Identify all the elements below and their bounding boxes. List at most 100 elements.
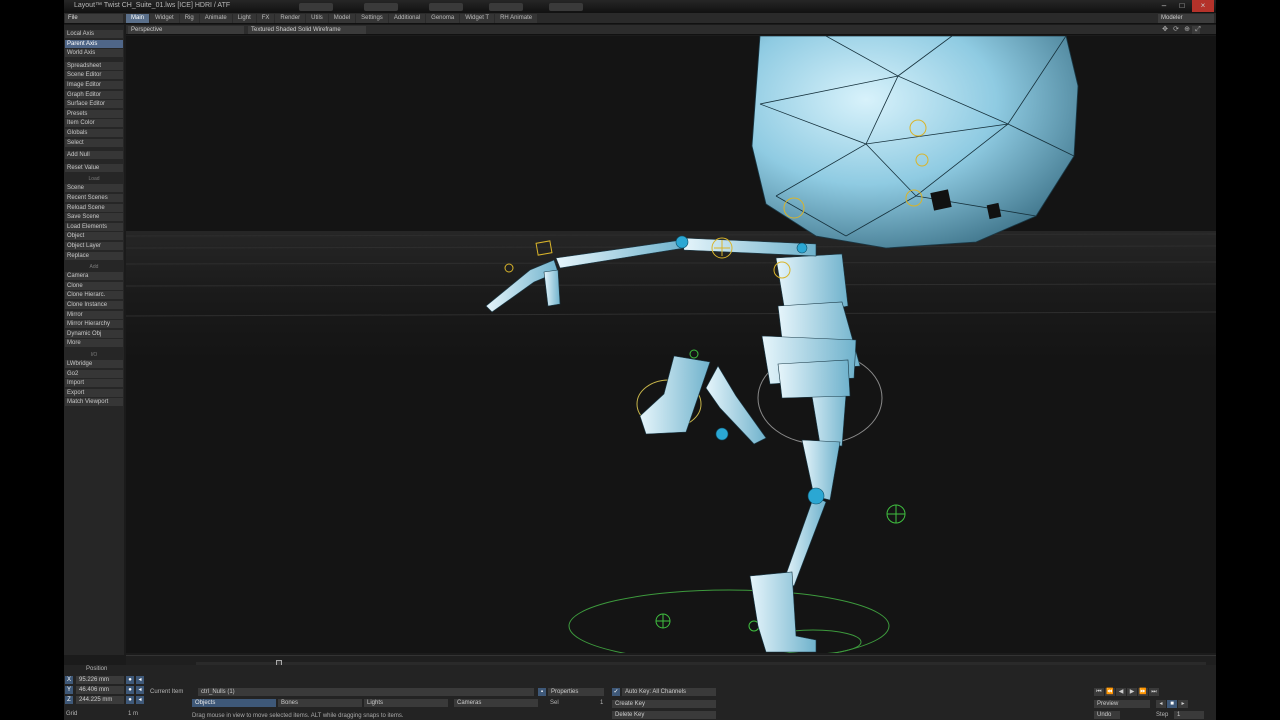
x-axis-toggle[interactable]: X [65, 676, 73, 684]
modeler-switch[interactable]: Modeler [1158, 14, 1214, 23]
tool-parent-axis[interactable]: Parent Axis [65, 39, 123, 48]
tool-replace[interactable]: Replace [65, 251, 123, 260]
head-mesh[interactable] [751, 36, 1079, 249]
z-position-field[interactable]: 244.225 mm [76, 696, 124, 704]
tool-recent-scenes[interactable]: Recent Scenes [65, 194, 123, 202]
item-reset-icon[interactable]: ▪ [538, 688, 546, 696]
stop-icon[interactable]: ■ [1167, 700, 1177, 708]
tool-object[interactable]: Object [65, 232, 123, 241]
tool-graph-editor[interactable]: Graph Editor [65, 90, 123, 99]
tool-scene[interactable]: Scene [65, 184, 123, 193]
tab-fx[interactable]: FX [256, 14, 275, 23]
tool-world-axis[interactable]: World Axis [65, 49, 123, 58]
play-icon[interactable]: ▶ [1127, 688, 1137, 696]
tool-go2[interactable]: Go2 [65, 369, 123, 378]
tab-main[interactable]: Main [126, 14, 150, 23]
tab-widget[interactable]: Widget [150, 14, 179, 23]
back-foot-mesh[interactable] [639, 355, 711, 435]
autokey-toggle[interactable]: ✓ [612, 688, 620, 696]
pelvis-mesh[interactable] [777, 359, 851, 399]
tool-mirror-hierarchy[interactable]: Mirror Hierarchy [65, 320, 123, 329]
y-lock-icon[interactable]: ● [126, 686, 134, 694]
last-frame-icon[interactable]: ⏭ [1149, 688, 1159, 696]
x-lock-icon[interactable]: ● [126, 676, 134, 684]
y-axis-toggle[interactable]: Y [65, 686, 73, 694]
taskbar-thumb[interactable] [489, 3, 523, 11]
x-reset-icon[interactable]: ◂ [136, 676, 144, 684]
tool-clone-hierarc[interactable]: Clone Hierarc. [65, 291, 123, 300]
tool-dynamic-obj[interactable]: Dynamic Obj [65, 329, 123, 338]
step-field[interactable]: 1 [1174, 711, 1204, 719]
tab-additional[interactable]: Additional [388, 14, 426, 23]
tool-item-color[interactable]: Item Color [65, 119, 123, 128]
tool-presets[interactable]: Presets [65, 109, 123, 118]
tool-mirror[interactable]: Mirror [65, 310, 123, 319]
close-icon[interactable]: × [1192, 0, 1214, 12]
step-back-icon[interactable]: ◂ [1156, 700, 1166, 708]
bones-button[interactable]: Bones [278, 699, 362, 707]
back-thigh-mesh[interactable] [705, 365, 767, 445]
tool-add-null[interactable]: Add Null [65, 151, 123, 160]
step-forward-icon[interactable]: ▸ [1178, 700, 1188, 708]
tool-clone[interactable]: Clone [65, 281, 123, 290]
taskbar-thumb[interactable] [299, 3, 333, 11]
foot-mesh[interactable] [749, 571, 817, 653]
z-reset-icon[interactable]: ◂ [136, 696, 144, 704]
tool-camera[interactable]: Camera [65, 272, 123, 281]
taskbar-thumb[interactable] [549, 3, 583, 11]
move-view-icon[interactable]: ✥ [1161, 26, 1169, 34]
objects-button[interactable]: Objects [192, 699, 276, 707]
maximize-icon[interactable]: □ [1174, 0, 1190, 12]
foot-ground-ring[interactable] [568, 589, 890, 653]
tool-import[interactable]: Import [65, 379, 123, 388]
tab-utils[interactable]: Utils [306, 14, 328, 23]
tab-rig[interactable]: Rig [179, 14, 199, 23]
tool-surface-editor[interactable]: Surface Editor [65, 100, 123, 109]
maximize-view-icon[interactable]: ⤢ [1194, 26, 1202, 34]
z-lock-icon[interactable]: ● [126, 696, 134, 704]
tool-local-axis[interactable]: Local Axis [65, 30, 123, 38]
tool-scene-editor[interactable]: Scene Editor [65, 71, 123, 80]
tool-lwbridge[interactable]: LWbridge [65, 360, 123, 368]
y-position-field[interactable]: 46.406 mm [76, 686, 124, 694]
tab-genoma[interactable]: Genoma [426, 14, 460, 23]
current-item-select[interactable]: ctrl_Nulls (1) [198, 688, 534, 696]
zoom-view-icon[interactable]: ⊕ [1183, 26, 1191, 34]
autokey-select[interactable]: Auto Key: All Channels [622, 688, 716, 696]
tool-image-editor[interactable]: Image Editor [65, 81, 123, 89]
x-position-field[interactable]: 95.226 mm [76, 676, 124, 684]
tool-load-elements[interactable]: Load Elements [65, 222, 123, 231]
tool-more[interactable]: More [65, 339, 123, 348]
tab-widget-t[interactable]: Widget T [460, 14, 495, 23]
z-axis-toggle[interactable]: Z [65, 696, 73, 704]
y-reset-icon[interactable]: ◂ [136, 686, 144, 694]
tab-render[interactable]: Render [275, 14, 306, 23]
tab-light[interactable]: Light [232, 14, 256, 23]
view-type-select[interactable]: Perspective [128, 26, 244, 34]
tab-rh-animate[interactable]: RH Animate [495, 14, 538, 23]
tool-export[interactable]: Export [65, 388, 123, 397]
render-mode-select[interactable]: Textured Shaded Solid Wireframe [248, 26, 366, 34]
next-key-icon[interactable]: ⏩ [1138, 688, 1148, 696]
tool-select[interactable]: Select [65, 138, 123, 147]
minimize-icon[interactable]: – [1156, 0, 1172, 12]
prev-key-icon[interactable]: ⏪ [1105, 688, 1115, 696]
file-menu[interactable]: File [65, 14, 123, 23]
tool-match-viewport[interactable]: Match Viewport [65, 398, 123, 407]
preview-select[interactable]: Preview [1094, 700, 1150, 708]
tool-clone-instance[interactable]: Clone Instance [65, 301, 123, 309]
tool-globals[interactable]: Globals [65, 129, 123, 137]
cameras-button[interactable]: Cameras [454, 699, 538, 707]
tool-save-scene[interactable]: Save Scene [65, 213, 123, 222]
tool-reload-scene[interactable]: Reload Scene [65, 203, 123, 212]
first-frame-icon[interactable]: ⏮ [1094, 688, 1104, 696]
tab-settings[interactable]: Settings [356, 14, 388, 23]
tool-object-layer[interactable]: Object Layer [65, 242, 123, 250]
perspective-viewport[interactable] [126, 36, 1216, 653]
rotate-view-icon[interactable]: ⟳ [1172, 26, 1180, 34]
create-key-button[interactable]: Create Key [612, 700, 716, 708]
lights-button[interactable]: Lights [364, 699, 448, 707]
tab-model[interactable]: Model [328, 14, 356, 23]
taskbar-thumb[interactable] [429, 3, 463, 11]
tab-animate[interactable]: Animate [199, 14, 232, 23]
